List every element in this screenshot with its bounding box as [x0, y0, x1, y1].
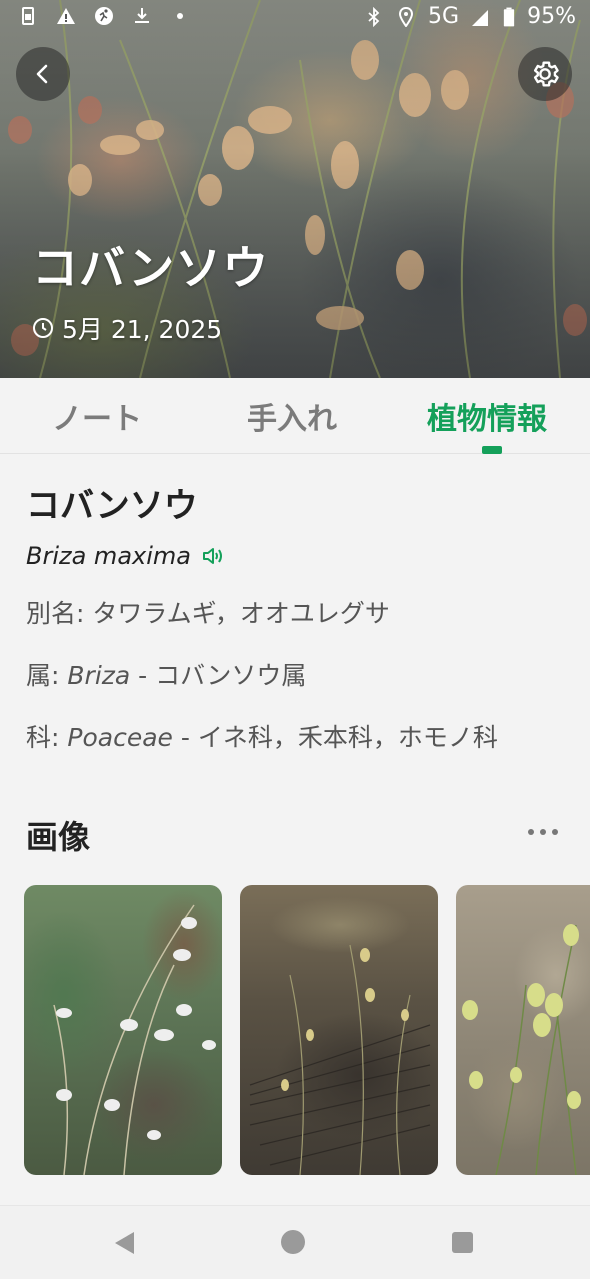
clock-icon [33, 318, 53, 338]
plant-image-3[interactable] [456, 885, 590, 1175]
system-nav-bar [0, 1205, 590, 1279]
plant-photo-3 [462, 924, 581, 1175]
runner-icon [95, 7, 113, 25]
sim-icon [22, 7, 34, 25]
more-options-icon[interactable] [528, 822, 568, 842]
plant-image-1[interactable] [24, 885, 222, 1175]
battery-icon [503, 7, 515, 26]
nav-recents-icon[interactable] [452, 1232, 473, 1253]
plant-photo-1 [53, 904, 216, 1175]
nav-home-icon[interactable] [281, 1230, 305, 1254]
date-text: 5月 21, 2025 [62, 315, 223, 344]
dot-icon [177, 13, 183, 19]
tab-plant-info[interactable]: 植物情報 [427, 394, 547, 438]
download-icon [135, 8, 149, 23]
gear-icon [533, 61, 559, 87]
active-tab-indicator [482, 446, 502, 454]
signal-icon [472, 9, 489, 26]
alias-value: タワラムギ，オオユレグサ [92, 599, 390, 628]
scientific-name: Briza maxima [26, 542, 191, 570]
images-section-title: 画像 [26, 818, 91, 856]
genus-label: 属: [26, 661, 60, 690]
status-bar: 5G 95% [0, 0, 590, 36]
scientific-name-row: Briza maxima [26, 542, 225, 570]
plant-image-2[interactable] [240, 885, 438, 1175]
speaker-icon[interactable] [201, 545, 225, 567]
plant-photo-2 [249, 944, 431, 1175]
back-button[interactable] [16, 47, 70, 101]
family-value: - イネ科，禾本科，ホモノ科 [172, 723, 498, 752]
nav-back-icon[interactable] [112, 1230, 136, 1256]
location-icon [399, 6, 414, 27]
alias-label: 別名: [26, 599, 85, 628]
genus-value: - コバンソウ属 [130, 661, 307, 690]
tab-bar: ノート 手入れ 植物情報 [0, 378, 590, 454]
chevron-left-icon [36, 64, 48, 84]
genus-line: 属: Briza - コバンソウ属 [26, 656, 306, 692]
bluetooth-icon [368, 6, 380, 27]
warning-icon [57, 8, 75, 24]
date-row: 5月 21, 2025 [32, 310, 222, 346]
family-line: 科: Poaceae - イネ科，禾本科，ホモノ科 [26, 718, 498, 754]
plant-common-name: コバンソウ [26, 486, 198, 526]
genus-latin: Briza [67, 661, 131, 690]
network-type: 5G [428, 4, 460, 29]
tab-care[interactable]: 手入れ [247, 394, 337, 438]
family-latin: Poaceae [67, 723, 173, 752]
tab-note[interactable]: ノート [52, 394, 142, 438]
settings-button[interactable] [518, 47, 572, 101]
family-label: 科: [26, 723, 60, 752]
battery-percent: 95% [527, 4, 576, 29]
page-title: コバンソウ [32, 241, 270, 295]
alias-line: 別名: タワラムギ，オオユレグサ [26, 594, 390, 630]
